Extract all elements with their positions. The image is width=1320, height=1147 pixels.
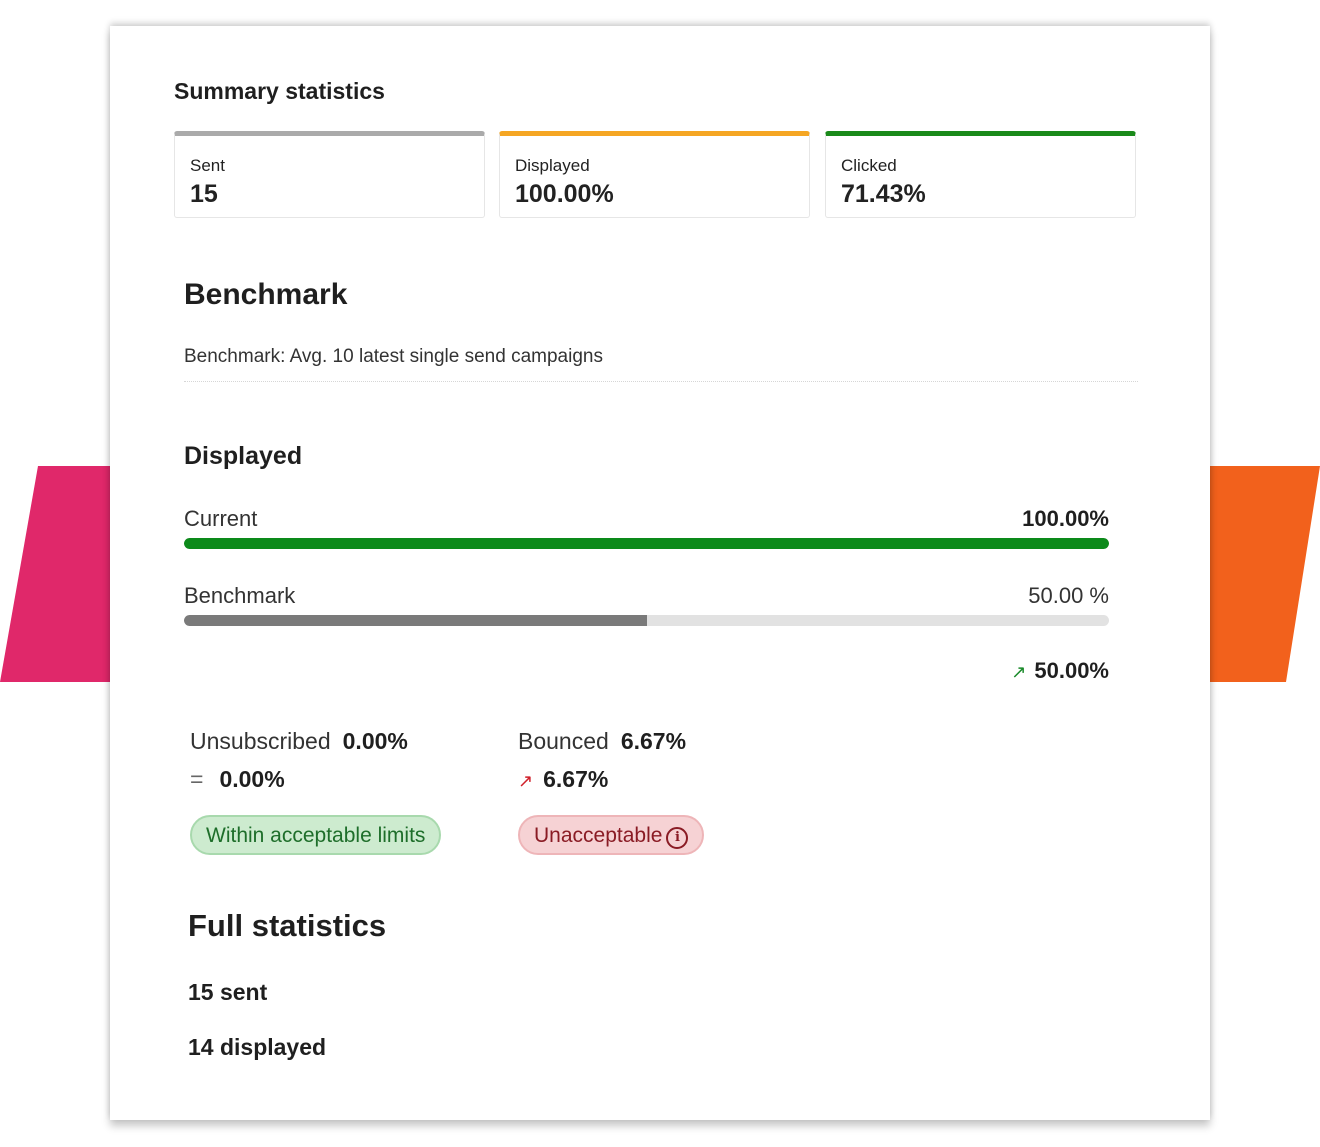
info-icon[interactable]: i (666, 827, 689, 849)
unsubscribed-metric: Unsubscribed 0.00% (190, 728, 408, 755)
stat-label: Displayed (515, 156, 590, 175)
unsubscribed-value: 0.00% (342, 728, 408, 754)
divider (184, 381, 1138, 382)
equals-icon: = (190, 766, 204, 792)
stat-value: 71.43% (841, 180, 926, 208)
arrow-up-right-icon: ↗ (518, 771, 534, 791)
benchmark-description: Benchmark: Avg. 10 latest single send ca… (184, 346, 603, 367)
displayed-delta: ↗ 50.00% (1011, 658, 1109, 684)
full-stat-item: 14 displayed (188, 1034, 327, 1060)
statistics-card: Summary statistics Sent 15 Displayed 100… (110, 26, 1210, 1120)
bounced-delta: ↗ 6.67% (518, 766, 608, 793)
stat-card-clicked: Clicked 71.43% (825, 131, 1136, 218)
stat-card-sent: Sent 15 (174, 131, 485, 218)
unsubscribed-label: Unsubscribed (190, 728, 331, 754)
full-stat-item: 15 sent (188, 979, 268, 1005)
benchmark-title: Benchmark (184, 278, 348, 311)
current-progress-bar (184, 538, 1109, 549)
current-value: 100.00% (1022, 506, 1109, 531)
bounced-metric: Bounced 6.67% (518, 728, 686, 755)
stat-value: 100.00% (515, 180, 614, 208)
bounced-delta-value: 6.67% (543, 766, 609, 792)
benchmark-progress-fill (184, 615, 647, 626)
status-badge-label: Unacceptable (534, 824, 663, 847)
delta-value: 50.00% (1034, 658, 1109, 683)
stat-label: Sent (190, 156, 225, 175)
status-badge-unacceptable[interactable]: Unacceptable i (518, 815, 705, 855)
current-label: Current (184, 506, 258, 531)
summary-title: Summary statistics (174, 78, 385, 104)
stat-value: 15 (190, 180, 218, 208)
arrow-up-right-icon: ↗ (1011, 662, 1027, 682)
full-statistics-title: Full statistics (188, 908, 387, 943)
unsubscribed-delta-value: 0.00% (219, 766, 285, 792)
benchmark-progress-bar (184, 615, 1109, 626)
bounced-label: Bounced (518, 728, 609, 754)
stat-label: Clicked (841, 156, 897, 175)
bounced-value: 6.67% (620, 728, 687, 754)
unsubscribed-delta: = 0.00% (190, 766, 285, 793)
benchmark-value: 50.00 % (1028, 583, 1109, 608)
benchmark-label: Benchmark (184, 583, 296, 608)
displayed-section-title: Displayed (184, 442, 303, 470)
status-badge-acceptable: Within acceptable limits (190, 815, 442, 855)
stat-card-displayed: Displayed 100.00% (499, 131, 810, 218)
current-progress-fill (184, 538, 1109, 549)
